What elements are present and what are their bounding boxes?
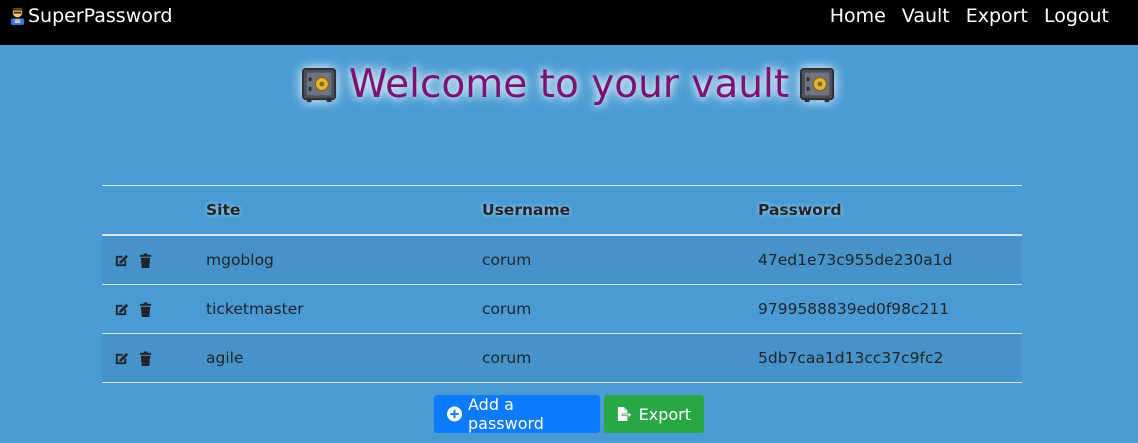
nav-home[interactable]: Home [830, 5, 886, 27]
table-row: agile corum 5db7caa1d13cc37c9fc2 [102, 333, 1022, 383]
header-site: Site [206, 185, 482, 236]
technologist-emoji-icon [10, 7, 25, 25]
safe-icon [800, 67, 835, 102]
vault-table-container: Site Username Password mgoblog corum 47e… [102, 185, 1022, 383]
table-header-row: Site Username Password [102, 185, 1022, 236]
brand-link[interactable]: SuperPassword [8, 5, 172, 27]
cell-site: agile [206, 333, 482, 383]
cell-username: corum [482, 333, 758, 383]
page-header: Welcome to your vault [0, 62, 1138, 107]
cell-password: 5db7caa1d13cc37c9fc2 [758, 333, 1022, 383]
table-row: ticketmaster corum 9799588839ed0f98c211 [102, 284, 1022, 334]
nav-vault[interactable]: Vault [902, 5, 950, 27]
brand-name: SuperPassword [28, 4, 173, 27]
add-password-label: Add a password [468, 395, 544, 433]
cell-site: ticketmaster [206, 284, 482, 334]
plus-circle-icon [447, 406, 462, 422]
safe-icon [301, 67, 336, 102]
export-label: Export [638, 404, 691, 424]
nav-export[interactable]: Export [966, 5, 1028, 27]
cell-password: 9799588839ed0f98c211 [758, 284, 1022, 334]
cell-site: mgoblog [206, 235, 482, 285]
cell-username: corum [482, 235, 758, 285]
row-actions [102, 284, 206, 334]
row-actions [102, 333, 206, 383]
edit-icon[interactable] [114, 253, 129, 268]
nav-links: Home Vault Export Logout [814, 5, 1109, 27]
navbar: SuperPassword Home Vault Export Logout [0, 0, 1138, 45]
cell-username: corum [482, 284, 758, 334]
trash-icon[interactable] [138, 351, 153, 366]
header-actions [102, 185, 206, 236]
action-buttons: Add a password Export [0, 395, 1138, 433]
edit-icon[interactable] [114, 302, 129, 317]
export-button[interactable]: Export [604, 395, 704, 433]
edit-icon[interactable] [114, 351, 129, 366]
cell-password: 47ed1e73c955de230a1d [758, 235, 1022, 285]
trash-icon[interactable] [138, 253, 153, 268]
nav-logout[interactable]: Logout [1044, 5, 1109, 27]
row-actions [102, 235, 206, 285]
add-password-button[interactable]: Add a password [434, 395, 600, 433]
page-title: Welcome to your vault [348, 62, 790, 107]
file-export-icon [617, 407, 633, 421]
vault-table: Site Username Password mgoblog corum 47e… [102, 185, 1022, 383]
table-row: mgoblog corum 47ed1e73c955de230a1d [102, 235, 1022, 285]
header-username: Username [482, 185, 758, 236]
header-password: Password [758, 185, 1022, 236]
trash-icon[interactable] [138, 302, 153, 317]
